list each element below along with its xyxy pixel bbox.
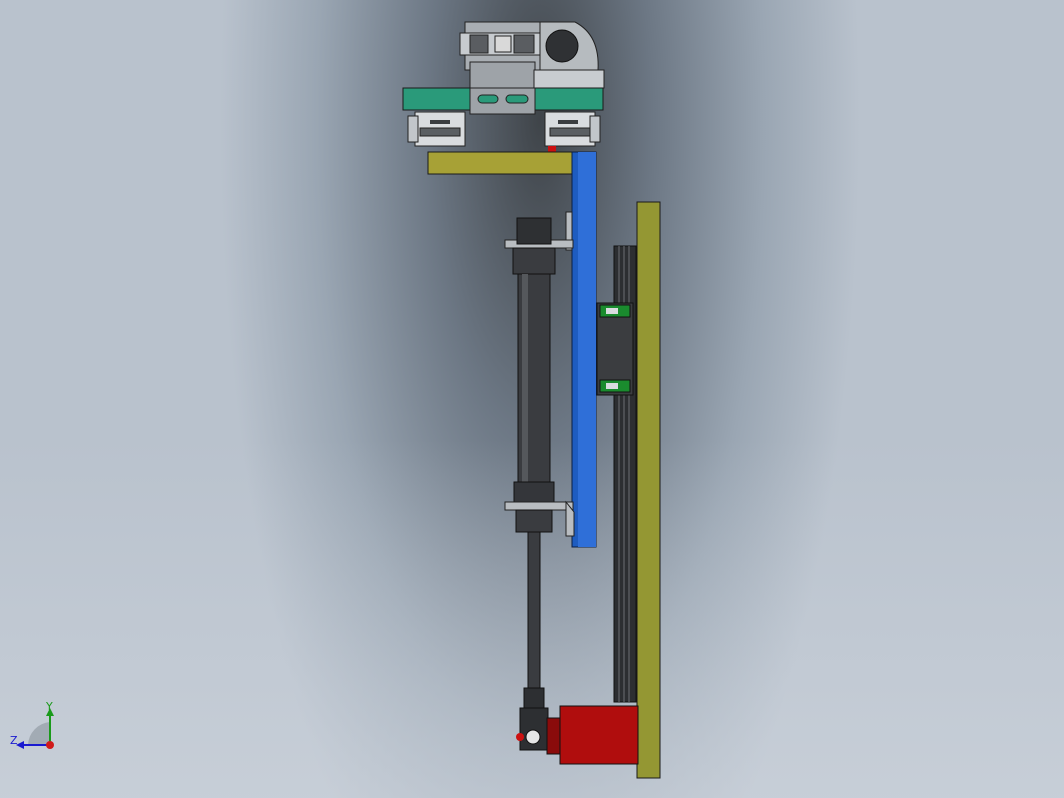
x-axis-dot bbox=[46, 741, 54, 749]
triad-y-label: Y bbox=[46, 700, 53, 713]
cad-model-view[interactable] bbox=[0, 0, 1064, 798]
red-stopper-block[interactable] bbox=[546, 705, 639, 765]
blue-vertical-plate[interactable] bbox=[571, 151, 597, 548]
piston-rod[interactable] bbox=[527, 531, 541, 691]
yellow-vertical-plate[interactable] bbox=[636, 201, 661, 779]
linear-guide-block-right[interactable] bbox=[544, 111, 601, 152]
slide-carriage[interactable] bbox=[596, 302, 634, 396]
linear-guide-block-left[interactable] bbox=[407, 111, 466, 147]
mounting-bracket[interactable] bbox=[459, 21, 605, 89]
rod-end-clevis[interactable] bbox=[516, 687, 549, 751]
pneumatic-cylinder[interactable] bbox=[504, 211, 575, 537]
triad-z-label: Z bbox=[10, 734, 18, 747]
base-plate[interactable] bbox=[402, 87, 604, 115]
top-slide-plate[interactable] bbox=[427, 151, 579, 175]
orientation-triad bbox=[16, 708, 54, 749]
